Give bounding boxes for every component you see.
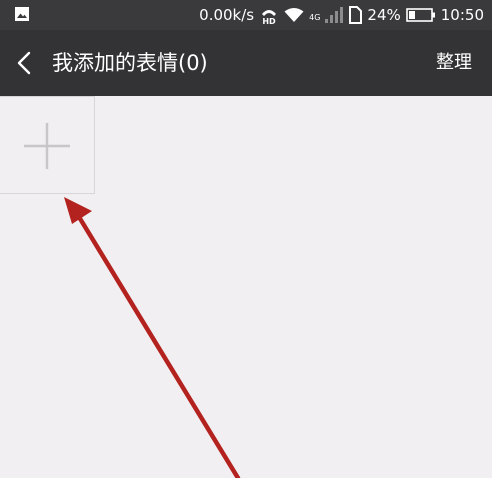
annotation-arrow [64,197,241,478]
